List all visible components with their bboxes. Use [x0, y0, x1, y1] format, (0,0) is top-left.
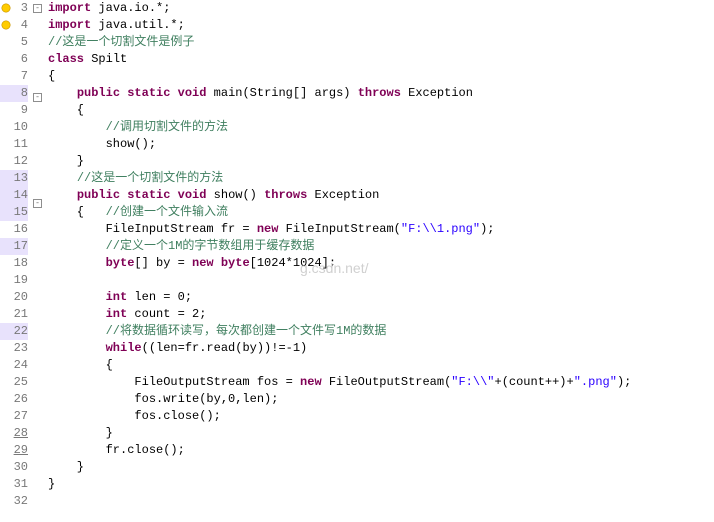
line-number: 7 [0, 68, 28, 85]
line-number: 28 [0, 425, 28, 442]
line-number: 15 [0, 204, 28, 221]
line-number: 3 [0, 0, 28, 17]
fold-toggle-icon[interactable]: - [33, 4, 42, 13]
line-number: 29 [0, 442, 28, 459]
code-line[interactable]: fr.close(); [48, 442, 714, 459]
warning-icon [0, 19, 12, 31]
line-number: 31 [0, 476, 28, 493]
code-line[interactable] [48, 493, 714, 510]
line-number: 27 [0, 408, 28, 425]
code-line[interactable]: FileOutputStream fos = new FileOutputStr… [48, 374, 714, 391]
code-line[interactable]: //将数据循环读写，每次都创建一个文件写1M的数据 [48, 323, 714, 340]
line-number: 16 [0, 221, 28, 238]
line-number: 20 [0, 289, 28, 306]
line-number: 9 [0, 102, 28, 119]
code-line[interactable]: } [48, 425, 714, 442]
code-line[interactable]: FileInputStream fr = new FileInputStream… [48, 221, 714, 238]
code-line[interactable]: import java.util.*; [48, 17, 714, 34]
code-line[interactable]: } [48, 476, 714, 493]
code-line[interactable]: fos.write(by,0,len); [48, 391, 714, 408]
code-line[interactable]: show(); [48, 136, 714, 153]
line-number: 32 [0, 493, 28, 510]
code-line[interactable]: //这是一个切割文件的方法 [48, 170, 714, 187]
warning-icon [0, 2, 12, 14]
line-number: 26 [0, 391, 28, 408]
code-line[interactable]: public static void main(String[] args) t… [48, 85, 714, 102]
code-line[interactable]: { [48, 102, 714, 119]
line-number: 25 [0, 374, 28, 391]
code-line[interactable]: } [48, 153, 714, 170]
line-number: 14 [0, 187, 28, 204]
line-number: 18 [0, 255, 28, 272]
line-number: 24 [0, 357, 28, 374]
line-number-gutter: 3456789101112131415161718192021222324252… [0, 0, 32, 513]
line-number: 11 [0, 136, 28, 153]
code-line[interactable]: import java.io.*; [48, 0, 714, 17]
line-number: 23 [0, 340, 28, 357]
code-editor[interactable]: 3456789101112131415161718192021222324252… [0, 0, 714, 513]
line-number: 4 [0, 17, 28, 34]
line-number: 5 [0, 34, 28, 51]
line-number: 13 [0, 170, 28, 187]
code-line[interactable] [48, 272, 714, 289]
code-line[interactable]: int len = 0; [48, 289, 714, 306]
line-number: 30 [0, 459, 28, 476]
line-number: 19 [0, 272, 28, 289]
code-line[interactable]: { [48, 68, 714, 85]
line-number: 10 [0, 119, 28, 136]
code-line[interactable]: int count = 2; [48, 306, 714, 323]
code-line[interactable]: //调用切割文件的方法 [48, 119, 714, 136]
code-line[interactable]: //定义一个1M的字节数组用于缓存数据 [48, 238, 714, 255]
line-number: 8 [0, 85, 28, 102]
line-number: 21 [0, 306, 28, 323]
line-number: 6 [0, 51, 28, 68]
fold-toggle-icon[interactable]: - [33, 93, 42, 102]
code-line[interactable]: fos.close(); [48, 408, 714, 425]
code-line[interactable]: byte[] by = new byte[1024*1024]; [48, 255, 714, 272]
code-line[interactable]: class Spilt [48, 51, 714, 68]
code-line[interactable]: public static void show() throws Excepti… [48, 187, 714, 204]
fold-column: - - - [32, 0, 44, 513]
code-line[interactable]: } [48, 459, 714, 476]
code-line[interactable]: { //创建一个文件输入流 [48, 204, 714, 221]
line-number: 12 [0, 153, 28, 170]
code-line[interactable]: //这是一个切割文件是例子 [48, 34, 714, 51]
line-number: 17 [0, 238, 28, 255]
code-line[interactable]: { [48, 357, 714, 374]
line-number: 22 [0, 323, 28, 340]
fold-toggle-icon[interactable]: - [33, 199, 42, 208]
code-line[interactable]: while((len=fr.read(by))!=-1) [48, 340, 714, 357]
code-area[interactable]: import java.io.*;import java.util.*;//这是… [44, 0, 714, 513]
